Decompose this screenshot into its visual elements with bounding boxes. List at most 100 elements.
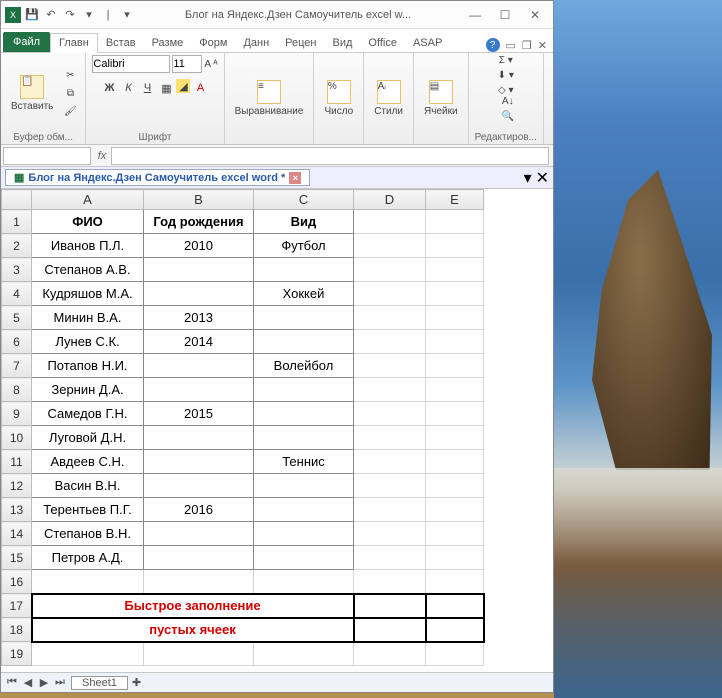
cell[interactable]	[144, 450, 254, 474]
cell[interactable]: Футбол	[254, 234, 354, 258]
cell[interactable]	[426, 282, 484, 306]
cell[interactable]	[254, 642, 354, 666]
help-icon[interactable]: ?	[486, 38, 500, 52]
cell[interactable]	[254, 474, 354, 498]
cell[interactable]: Авдеев С.Н.	[32, 450, 144, 474]
doc-close-icon[interactable]: ✕	[536, 168, 549, 188]
cell[interactable]	[354, 546, 426, 570]
number-button[interactable]: %Число	[320, 78, 357, 119]
cell[interactable]: Кудряшов М.А.	[32, 282, 144, 306]
row-header[interactable]: 15	[2, 546, 32, 570]
tab-home[interactable]: Главн	[50, 33, 98, 53]
cell[interactable]	[144, 354, 254, 378]
row-header[interactable]: 17	[2, 594, 32, 618]
cell[interactable]	[254, 426, 354, 450]
row-header[interactable]: 4	[2, 282, 32, 306]
cell[interactable]	[254, 546, 354, 570]
cell[interactable]	[354, 594, 426, 618]
row-header[interactable]: 1	[2, 210, 32, 234]
tab-data[interactable]: Данн	[235, 34, 277, 52]
col-header-b[interactable]: B	[144, 190, 254, 210]
tab-review[interactable]: Рецен	[277, 34, 324, 52]
cell[interactable]: Теннис	[254, 450, 354, 474]
row-header[interactable]: 9	[2, 402, 32, 426]
tab-office[interactable]: Office	[360, 34, 405, 52]
cell[interactable]: Год рождения	[144, 210, 254, 234]
cell[interactable]	[254, 258, 354, 282]
col-header-d[interactable]: D	[354, 190, 426, 210]
cell[interactable]	[354, 618, 426, 642]
cell[interactable]	[144, 642, 254, 666]
row-header[interactable]: 6	[2, 330, 32, 354]
cell[interactable]	[144, 378, 254, 402]
cell[interactable]: Хоккей	[254, 282, 354, 306]
cell[interactable]: Степанов В.Н.	[32, 522, 144, 546]
fx-icon[interactable]: fx	[93, 150, 111, 162]
tab-layout[interactable]: Разме	[144, 34, 192, 52]
cell[interactable]: Вид	[254, 210, 354, 234]
cell[interactable]	[354, 498, 426, 522]
collapse-ribbon-icon[interactable]: ▭	[506, 39, 516, 52]
cell[interactable]	[354, 522, 426, 546]
cell[interactable]: ФИО	[32, 210, 144, 234]
cell[interactable]	[426, 426, 484, 450]
sheet-tab[interactable]: Sheet1	[71, 676, 128, 690]
cell[interactable]	[254, 402, 354, 426]
row-header[interactable]: 14	[2, 522, 32, 546]
cell[interactable]	[254, 522, 354, 546]
border-button[interactable]: ▦	[157, 79, 175, 97]
align-button[interactable]: ≡Выравнивание	[231, 78, 308, 119]
cell[interactable]	[354, 570, 426, 594]
cell[interactable]	[426, 522, 484, 546]
cells-button[interactable]: ▤Ячейки	[420, 78, 462, 119]
close-doc-icon[interactable]: ✕	[538, 39, 547, 52]
cell[interactable]	[254, 330, 354, 354]
doc-tab[interactable]: ▦ Блог на Яндекс.Дзен Самоучитель excel …	[5, 169, 310, 186]
autosum-icon[interactable]: Σ ▾	[499, 55, 513, 66]
name-box[interactable]	[3, 147, 91, 165]
cell[interactable]	[426, 234, 484, 258]
row-header[interactable]: 18	[2, 618, 32, 642]
cell[interactable]	[144, 258, 254, 282]
cell[interactable]	[354, 306, 426, 330]
row-header[interactable]: 2	[2, 234, 32, 258]
cell[interactable]	[354, 330, 426, 354]
cell[interactable]: 2016	[144, 498, 254, 522]
cell[interactable]	[254, 306, 354, 330]
cell[interactable]	[354, 450, 426, 474]
fill-icon[interactable]: ⬇ ▾	[498, 70, 514, 81]
font-size-input[interactable]	[172, 55, 202, 73]
cell[interactable]: Потапов Н.И.	[32, 354, 144, 378]
cell[interactable]	[354, 210, 426, 234]
cell[interactable]	[426, 402, 484, 426]
cell[interactable]	[254, 570, 354, 594]
last-sheet-icon[interactable]: ⏭	[53, 676, 67, 689]
cell[interactable]: Волейбол	[254, 354, 354, 378]
cell[interactable]: Степанов А.В.	[32, 258, 144, 282]
tab-file[interactable]: Файл	[3, 32, 50, 52]
cell[interactable]	[426, 642, 484, 666]
cell[interactable]	[354, 234, 426, 258]
cell[interactable]	[144, 474, 254, 498]
formatpainter-icon[interactable]: 🖌	[61, 103, 79, 119]
cell[interactable]	[254, 378, 354, 402]
tab-asap[interactable]: ASAP	[405, 34, 450, 52]
cell[interactable]: Иванов П.Л.	[32, 234, 144, 258]
cell[interactable]	[426, 258, 484, 282]
cell[interactable]	[426, 594, 484, 618]
cell[interactable]: 2013	[144, 306, 254, 330]
cut-icon[interactable]: ✂	[61, 67, 79, 83]
close-button[interactable]: ✕	[521, 5, 549, 25]
cell[interactable]	[144, 546, 254, 570]
cell[interactable]	[426, 450, 484, 474]
qat-more-icon[interactable]: ▾	[81, 7, 97, 23]
select-all[interactable]	[2, 190, 32, 210]
cell[interactable]	[354, 426, 426, 450]
cell[interactable]	[426, 210, 484, 234]
cell[interactable]	[354, 378, 426, 402]
cell[interactable]: Васин В.Н.	[32, 474, 144, 498]
row-header[interactable]: 5	[2, 306, 32, 330]
cell[interactable]	[426, 378, 484, 402]
tab-insert[interactable]: Встав	[98, 34, 144, 52]
row-header[interactable]: 3	[2, 258, 32, 282]
